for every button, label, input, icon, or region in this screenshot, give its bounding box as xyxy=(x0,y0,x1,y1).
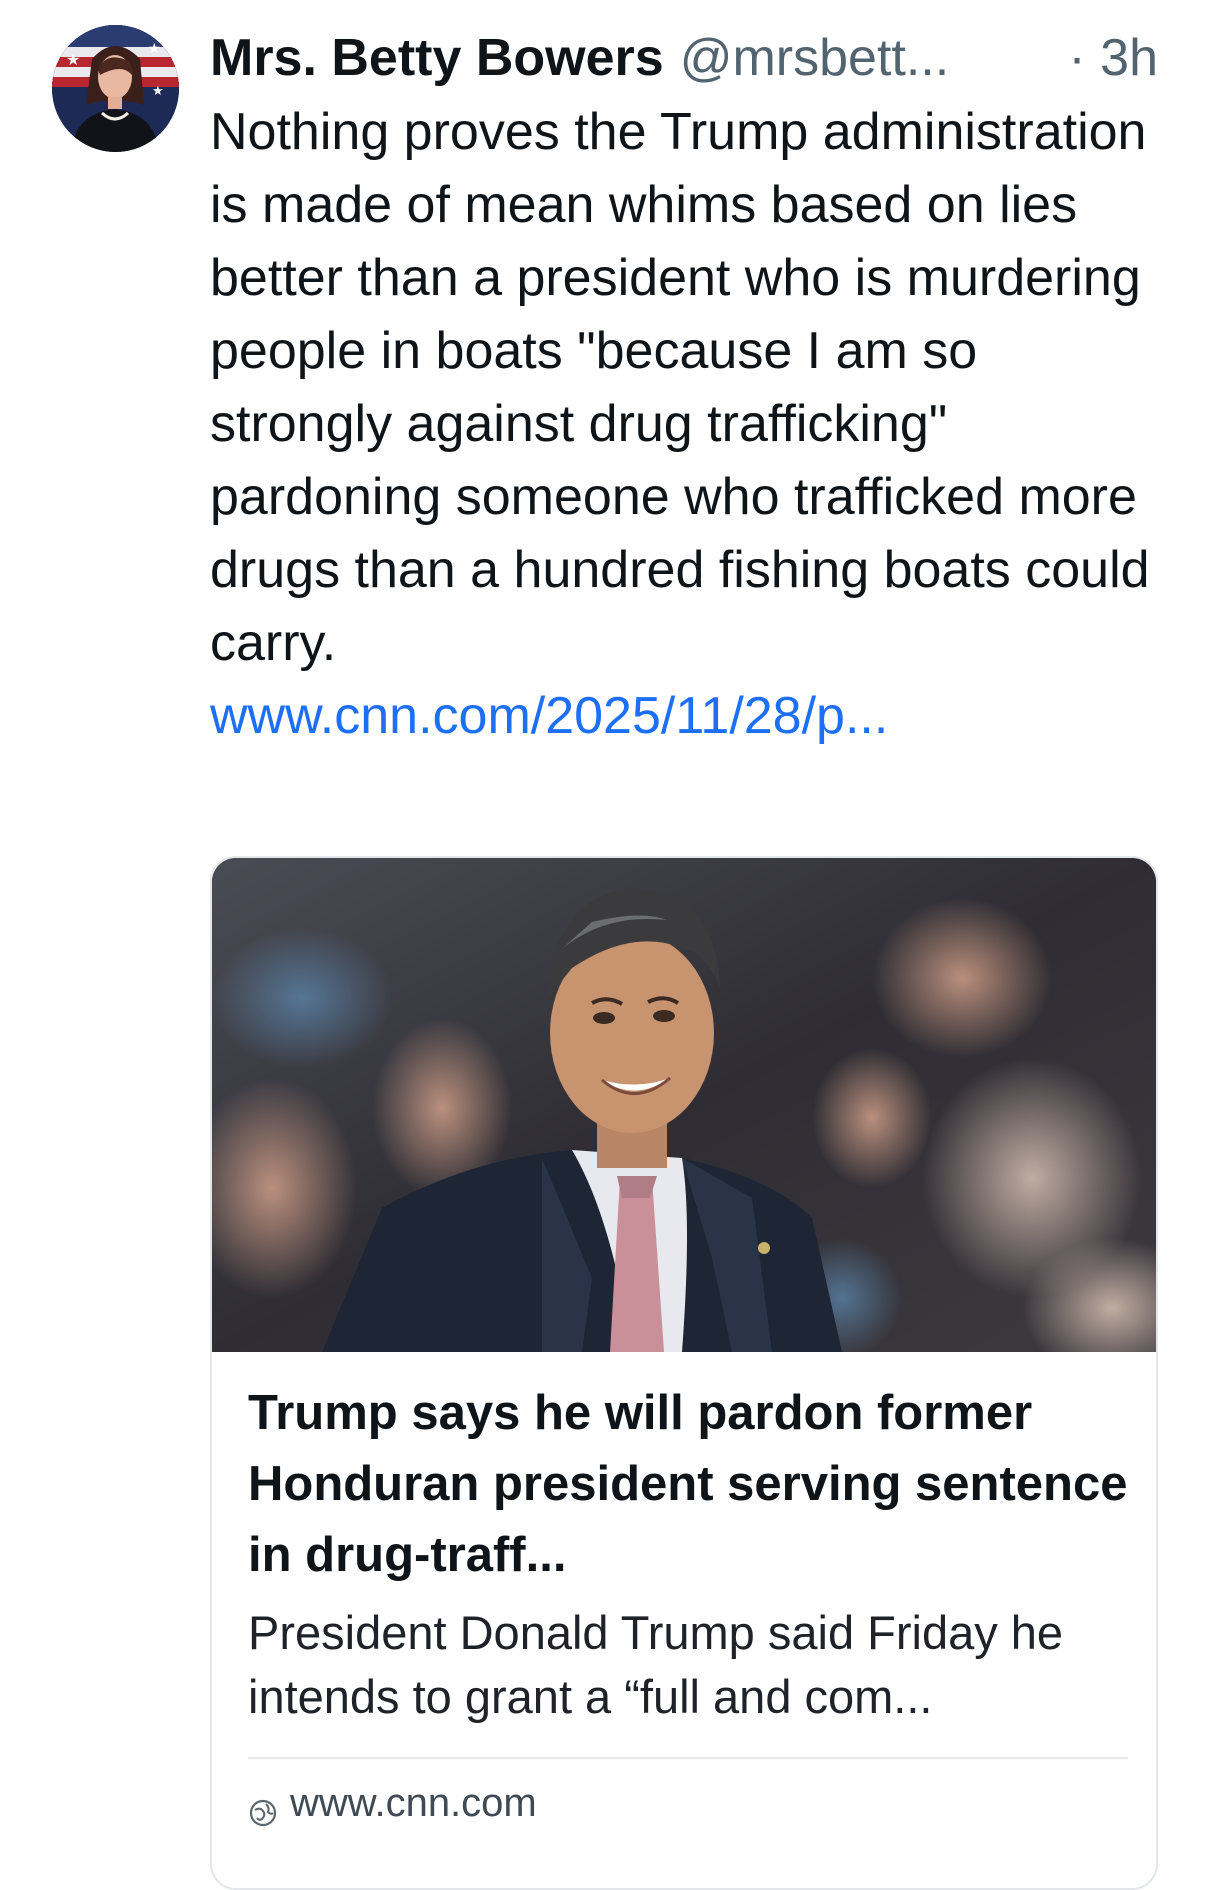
link-preview-domain-text: www.cnn.com xyxy=(290,1781,537,1825)
link-preview-description: President Donald Trump said Friday he in… xyxy=(248,1606,1064,1723)
article-photo-icon xyxy=(212,858,1156,1352)
post-timestamp[interactable]: · 3h xyxy=(1068,20,1158,96)
post-header: Mrs. Betty Bowers @mrsbett... · 3h xyxy=(210,20,1158,96)
post-link[interactable]: www.cnn.com/2025/11/28/p... xyxy=(210,680,1158,753)
post-body-text: Nothing proves the Trump administration … xyxy=(210,103,1150,672)
globe-icon xyxy=(248,1788,278,1827)
link-preview-divider xyxy=(248,1757,1128,1759)
post-content: Mrs. Betty Bowers @mrsbett... · 3h Nothi… xyxy=(210,20,1158,753)
link-preview-card[interactable]: Trump says he will pardon former Hondura… xyxy=(210,856,1158,1890)
svg-text:★: ★ xyxy=(66,50,80,69)
svg-text:★: ★ xyxy=(152,84,164,99)
link-preview-title: Trump says he will pardon former Hondura… xyxy=(248,1386,1128,1582)
post: ★ ★ ★ Mrs. Betty Bowers @mrsbett... · 3h… xyxy=(0,0,1206,1890)
svg-text:★: ★ xyxy=(148,41,161,57)
author-avatar[interactable]: ★ ★ ★ xyxy=(52,25,179,152)
author-display-name[interactable]: Mrs. Betty Bowers xyxy=(210,20,664,96)
avatar-photo-icon: ★ ★ ★ xyxy=(52,25,179,152)
link-preview-domain: www.cnn.com xyxy=(248,1776,537,1830)
link-preview-body: Trump says he will pardon former Hondura… xyxy=(248,1378,1128,1729)
author-handle[interactable]: @mrsbett... xyxy=(680,20,1051,96)
link-preview-image xyxy=(212,858,1156,1352)
